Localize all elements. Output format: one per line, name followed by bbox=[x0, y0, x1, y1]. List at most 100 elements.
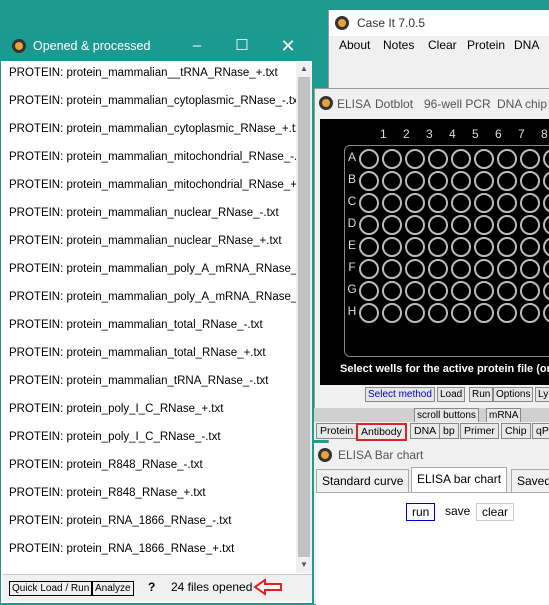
scroll-buttons-label[interactable]: scroll buttons bbox=[414, 408, 479, 423]
plate-well[interactable] bbox=[543, 259, 549, 279]
plate-well[interactable] bbox=[474, 149, 494, 169]
tab-elisa[interactable]: ELISA bbox=[337, 97, 371, 111]
plate-well[interactable] bbox=[497, 193, 517, 213]
plate-well[interactable] bbox=[428, 193, 448, 213]
plate-well[interactable] bbox=[543, 193, 549, 213]
file-list-item[interactable]: PROTEIN: protein_mammalian__tRNA_RNase_+… bbox=[9, 67, 278, 83]
plate-well[interactable] bbox=[497, 237, 517, 257]
plate-well[interactable] bbox=[382, 259, 402, 279]
plate-well[interactable] bbox=[497, 303, 517, 323]
file-list-item[interactable]: PROTEIN: protein_mammalian_cytoplasmic_R… bbox=[9, 123, 296, 139]
plate-well[interactable] bbox=[474, 303, 494, 323]
plate-well[interactable] bbox=[359, 215, 379, 235]
options-button[interactable]: Options bbox=[493, 387, 534, 402]
file-list-item[interactable]: PROTEIN: protein_mammalian_tRNA_RNase_-.… bbox=[9, 375, 268, 391]
select-method-button[interactable]: Select method bbox=[365, 387, 435, 402]
plate-well[interactable] bbox=[474, 215, 494, 235]
tool-tab-chip[interactable]: Chip bbox=[501, 423, 531, 439]
plate-well[interactable] bbox=[359, 193, 379, 213]
plate-well[interactable] bbox=[497, 171, 517, 191]
plate-well[interactable] bbox=[405, 259, 425, 279]
save-chart-button[interactable]: save bbox=[440, 503, 475, 519]
file-list-item[interactable]: PROTEIN: protein_poly_I_C_RNase_-.txt bbox=[9, 431, 221, 447]
plate-well[interactable] bbox=[359, 237, 379, 257]
plate-well[interactable] bbox=[428, 303, 448, 323]
ly-button[interactable]: Ly bbox=[535, 387, 549, 402]
file-list-item[interactable]: PROTEIN: protein_mammalian_cytoplasmic_R… bbox=[9, 95, 296, 111]
plate-well[interactable] bbox=[451, 193, 471, 213]
scroll-down-icon[interactable]: ▼ bbox=[296, 557, 312, 573]
plate-well[interactable] bbox=[497, 281, 517, 301]
plate-well[interactable] bbox=[428, 237, 448, 257]
tool-tab-dna[interactable]: DNA bbox=[410, 423, 441, 439]
plate-well[interactable] bbox=[520, 303, 540, 323]
plate-well[interactable] bbox=[359, 259, 379, 279]
tab-dna-chip[interactable]: DNA chip bbox=[497, 97, 547, 111]
plate-well[interactable] bbox=[405, 281, 425, 301]
plate-well[interactable] bbox=[405, 215, 425, 235]
plate-well[interactable] bbox=[497, 259, 517, 279]
plate-well[interactable] bbox=[520, 281, 540, 301]
plate-well[interactable] bbox=[405, 149, 425, 169]
plate-well[interactable] bbox=[405, 193, 425, 213]
plate-well[interactable] bbox=[451, 303, 471, 323]
clear-chart-button[interactable]: clear bbox=[476, 503, 515, 521]
scrollbar-thumb[interactable] bbox=[298, 77, 310, 557]
menu-about[interactable]: About bbox=[339, 38, 370, 52]
plate-well[interactable] bbox=[405, 171, 425, 191]
tab-dotblot[interactable]: Dotblot bbox=[375, 97, 413, 111]
plate-well[interactable] bbox=[451, 215, 471, 235]
plate-well[interactable] bbox=[405, 303, 425, 323]
plate-well[interactable] bbox=[451, 281, 471, 301]
file-list[interactable]: PROTEIN: protein_mammalian__tRNA_RNase_+… bbox=[3, 61, 296, 573]
mrna-button[interactable]: mRNA bbox=[486, 408, 522, 423]
plate-well[interactable] bbox=[405, 237, 425, 257]
plate-well[interactable] bbox=[451, 259, 471, 279]
quick-load-run-button[interactable]: Quick Load / Run bbox=[9, 581, 93, 596]
file-list-item[interactable]: PROTEIN: protein_mammalian_mitochondrial… bbox=[9, 179, 296, 195]
plate-well[interactable] bbox=[474, 193, 494, 213]
file-list-item[interactable]: PROTEIN: protein_RNA_1866_RNase_+.txt bbox=[9, 543, 234, 559]
tab-standard-curve[interactable]: Standard curve bbox=[316, 469, 410, 493]
plate-well[interactable] bbox=[428, 171, 448, 191]
file-list-item[interactable]: PROTEIN: protein_R848_RNase_-.txt bbox=[9, 459, 203, 475]
plate-well[interactable] bbox=[520, 259, 540, 279]
menu-dna[interactable]: DNA bbox=[514, 38, 539, 52]
plate-well[interactable] bbox=[382, 215, 402, 235]
plate-well[interactable] bbox=[382, 171, 402, 191]
run-chart-button[interactable]: run bbox=[406, 503, 436, 521]
plate-well[interactable] bbox=[497, 149, 517, 169]
plate-well[interactable] bbox=[382, 281, 402, 301]
plate-well[interactable] bbox=[543, 149, 549, 169]
file-list-item[interactable]: PROTEIN: protein_mammalian_total_RNase_-… bbox=[9, 319, 263, 335]
tool-tab-antibody[interactable]: Antibody bbox=[356, 423, 407, 441]
vertical-scrollbar[interactable]: ▲ ▼ bbox=[296, 61, 312, 573]
plate-well[interactable] bbox=[359, 171, 379, 191]
plate-well[interactable] bbox=[382, 193, 402, 213]
plate-well[interactable] bbox=[474, 259, 494, 279]
plate-well[interactable] bbox=[543, 303, 549, 323]
plate-well[interactable] bbox=[474, 237, 494, 257]
file-list-item[interactable]: PROTEIN: protein_mammalian_poly_A_mRNA_R… bbox=[9, 291, 296, 307]
plate-well[interactable] bbox=[543, 281, 549, 301]
plate-well[interactable] bbox=[428, 149, 448, 169]
plate-well[interactable] bbox=[474, 281, 494, 301]
plate-well[interactable] bbox=[359, 303, 379, 323]
plate-well[interactable] bbox=[382, 149, 402, 169]
file-list-item[interactable]: PROTEIN: protein_mammalian_nuclear_RNase… bbox=[9, 235, 282, 251]
close-icon[interactable]: ✕ bbox=[273, 35, 303, 57]
minimize-icon[interactable]: – bbox=[182, 35, 212, 57]
plate-well[interactable] bbox=[543, 215, 549, 235]
file-list-item[interactable]: PROTEIN: protein_RNA_1866_RNase_-.txt bbox=[9, 515, 231, 531]
plate-well[interactable] bbox=[382, 303, 402, 323]
plate-well[interactable] bbox=[382, 237, 402, 257]
plate-well[interactable] bbox=[474, 171, 494, 191]
file-list-item[interactable]: PROTEIN: protein_mammalian_mitochondrial… bbox=[9, 151, 296, 167]
load-button[interactable]: Load bbox=[437, 387, 466, 402]
plate-well[interactable] bbox=[428, 281, 448, 301]
plate-well[interactable] bbox=[359, 281, 379, 301]
tab-96-well-pcr[interactable]: 96-well PCR bbox=[424, 97, 491, 111]
plate-well[interactable] bbox=[451, 171, 471, 191]
file-list-item[interactable]: PROTEIN: protein_mammalian_total_RNase_+… bbox=[9, 347, 266, 363]
tab-saved[interactable]: Saved bbox=[511, 469, 549, 493]
